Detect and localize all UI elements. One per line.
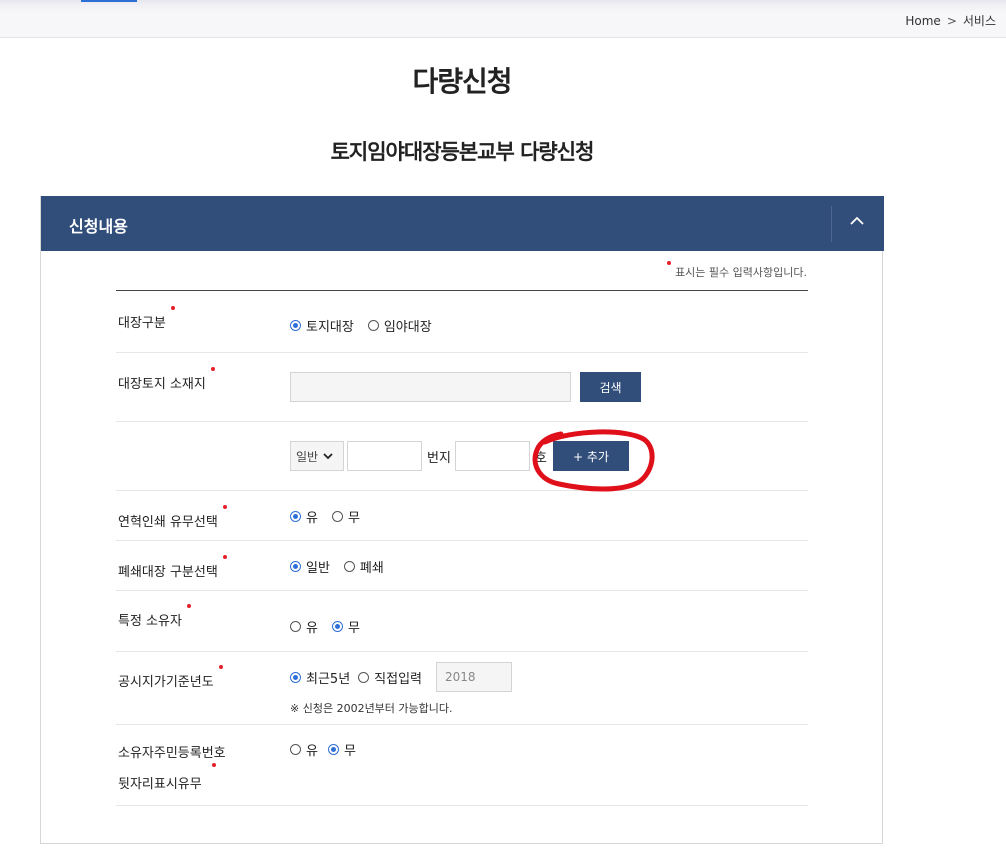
active-nav-indicator (81, 0, 137, 2)
panel-header: 신청내용 (41, 196, 884, 251)
radio-yearly-no[interactable]: 무 (331, 507, 360, 526)
owner-id-radios: 유 무 (290, 740, 370, 759)
yearly-print-radios: 유 무 (290, 507, 374, 526)
closed-ledger-radios: 일반 폐쇄 (290, 557, 398, 576)
radio-selected-icon (290, 671, 301, 683)
base-year-controls: 최근5년 직접입력 (290, 662, 512, 692)
radio-land-ledger[interactable]: 토지대장 (290, 316, 354, 335)
row-owner-id: 소유자주민등록번호 뒷자리표시유무 유 무 (116, 725, 808, 806)
radio-forest-ledger[interactable]: 임야대장 (367, 316, 432, 335)
chevron-up-icon (850, 216, 864, 225)
required-dot-icon (218, 665, 223, 669)
required-dot-icon (667, 261, 672, 265)
breadcrumb: Home > 서비스 (905, 12, 996, 29)
search-button[interactable]: 검색 (580, 372, 641, 402)
row-ledger-type: 대장구분 토지대장 임야대장 (116, 291, 808, 353)
radio-selected-icon (331, 621, 343, 632)
radio-owner-no[interactable]: 무 (331, 617, 360, 636)
field-label: 대장구분 (118, 306, 175, 331)
field-label: 대장토지 소재지 (118, 367, 215, 392)
radio-recent-5-years[interactable]: 최근5년 (290, 668, 350, 687)
radio-unselected-icon (331, 511, 343, 522)
radio-owner-id-yes[interactable]: 유 (290, 740, 318, 759)
radio-direct-input[interactable]: 직접입력 (358, 668, 422, 687)
required-dot-icon (170, 306, 175, 310)
row-yearly-print: 연혁인쇄 유무선택 유 무 (116, 491, 808, 541)
lot-number-controls: 일반 번지 호 + 추가 (290, 441, 629, 471)
required-dot-icon (222, 555, 227, 559)
radio-yearly-yes[interactable]: 유 (290, 507, 318, 526)
radio-closed-closed[interactable]: 폐쇄 (343, 557, 384, 576)
top-bar: Home > 서비스 (0, 0, 1006, 38)
ledger-type-radios: 토지대장 임야대장 (290, 316, 446, 335)
row-lot-number: 일반 번지 호 + 추가 (116, 422, 808, 491)
field-label: 특정 소유자 (118, 604, 191, 629)
main-number-input[interactable] (347, 441, 422, 471)
required-note: 표시는 필수 입력사항입니다. (667, 261, 807, 280)
application-panel: 신청내용 표시는 필수 입력사항입니다. 대장구분 토지대장 임야대장 대장토지… (40, 196, 884, 844)
year-note: ※ 신청은 2002년부터 가능합니다. (290, 702, 453, 715)
row-land-location: 대장토지 소재지 검색 (116, 353, 808, 422)
radio-unselected-icon (290, 621, 301, 632)
location-controls: 검색 (290, 372, 641, 402)
year-input[interactable] (436, 662, 512, 692)
field-label: 공시지가기준년도 (118, 665, 223, 690)
radio-selected-icon (290, 320, 301, 331)
required-dot-icon (210, 367, 215, 371)
row-specific-owner: 특정 소유자 유 무 (116, 591, 808, 652)
radio-unselected-icon (343, 561, 355, 572)
radio-unselected-icon (290, 744, 301, 755)
radio-unselected-icon (358, 671, 370, 683)
radio-selected-icon (327, 744, 339, 755)
sub-title: 토지임야대장등본교부 다량신청 (330, 140, 595, 164)
field-label: 연혁인쇄 유무선택 (118, 505, 227, 530)
row-closed-ledger: 폐쇄대장 구분선택 일반 폐쇄 (116, 541, 808, 591)
breadcrumb-chevron-icon: > (946, 13, 957, 28)
radio-owner-id-no[interactable]: 무 (327, 740, 356, 759)
lot-type-select[interactable]: 일반 (290, 441, 344, 471)
required-dot-icon (186, 604, 191, 608)
radio-selected-icon (290, 561, 301, 572)
chevron-down-icon (323, 452, 333, 459)
required-dot-icon (212, 763, 216, 767)
radio-selected-icon (290, 511, 301, 522)
page-title: 다량신청 (412, 65, 512, 98)
row-base-year: 공시지가기준년도 최근5년 직접입력 ※ 신청은 2002년부터 가능합니다. (116, 652, 808, 725)
field-label: 뒷자리표시유무 (118, 763, 216, 792)
field-label: 소유자주민등록번호 (118, 746, 226, 761)
specific-owner-radios: 유 무 (290, 617, 374, 636)
sub-number-input[interactable] (454, 441, 530, 471)
field-label: 폐쇄대장 구분선택 (118, 555, 227, 580)
breadcrumb-current: 서비스 (962, 14, 996, 28)
breadcrumb-home[interactable]: Home (905, 14, 940, 28)
radio-closed-normal[interactable]: 일반 (290, 557, 330, 576)
collapse-button[interactable] (832, 196, 884, 251)
location-input[interactable] (290, 372, 571, 402)
required-dot-icon (222, 505, 227, 509)
sub-number-unit: 호 (534, 450, 547, 466)
add-button[interactable]: + 추가 (553, 441, 629, 471)
main-number-unit: 번지 (427, 450, 451, 466)
radio-owner-yes[interactable]: 유 (290, 617, 318, 636)
radio-unselected-icon (367, 320, 379, 331)
panel-title: 신청내용 (69, 217, 128, 236)
